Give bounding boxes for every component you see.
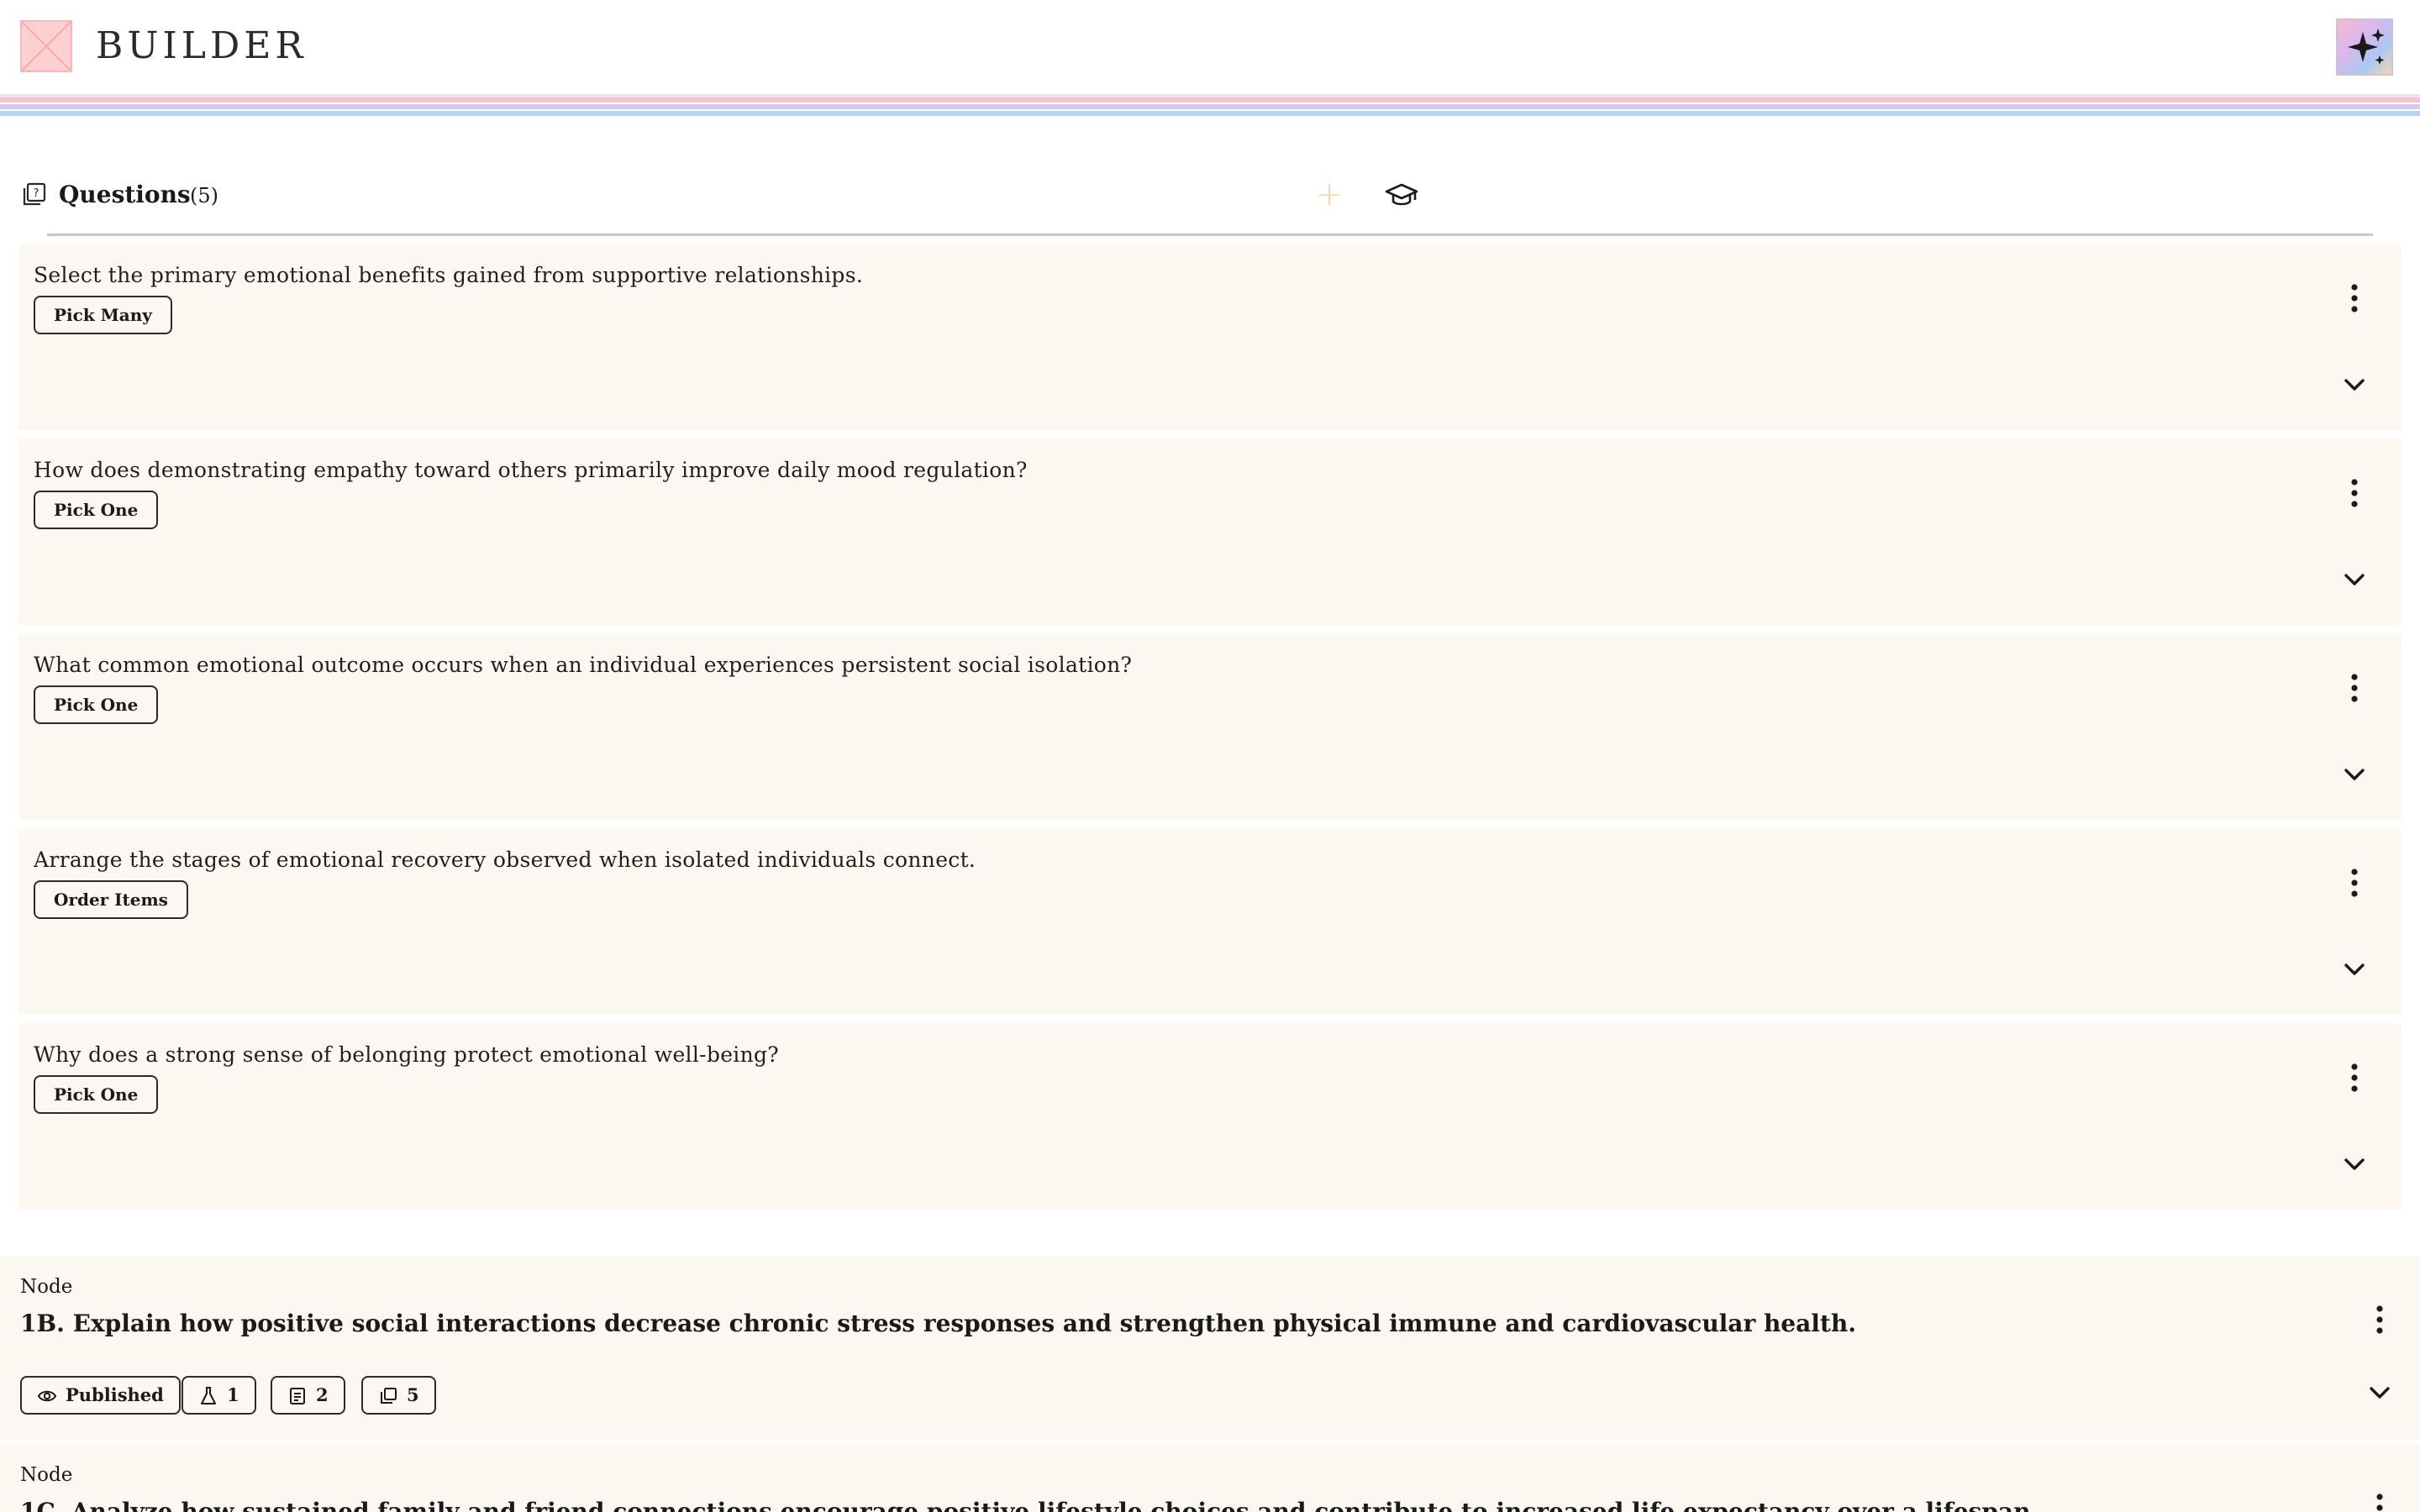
sparkles-icon[interactable] <box>2336 18 2393 76</box>
documents-chip[interactable]: 2 <box>271 1376 345 1415</box>
status-chip[interactable]: Published <box>20 1376 181 1415</box>
node-title: 1C. Analyze how sustained family and fri… <box>20 1498 2039 1512</box>
experiments-chip[interactable]: 1 <box>182 1376 256 1415</box>
more-vertical-icon[interactable] <box>2338 1058 2371 1097</box>
more-vertical-icon[interactable] <box>2363 1300 2396 1339</box>
question-text: Select the primary emotional benefits ga… <box>34 263 864 287</box>
broken-image-icon[interactable] <box>20 20 72 72</box>
more-vertical-icon[interactable] <box>2338 669 2371 707</box>
questions-count: 5 <box>407 1384 419 1405</box>
question-text: What common emotional outcome occurs whe… <box>34 653 1133 677</box>
document-icon <box>290 1388 305 1404</box>
eye-icon <box>37 1390 57 1402</box>
chevron-down-icon[interactable] <box>2338 1147 2371 1181</box>
status-label: Published <box>66 1384 164 1405</box>
question-type-badge: Pick One <box>34 685 159 724</box>
chevron-down-icon[interactable] <box>2338 563 2371 596</box>
node-card[interactable]: Node 1B. Explain how positive social int… <box>0 1257 2420 1440</box>
node-title: 1B. Explain how positive social interact… <box>20 1310 1856 1337</box>
app-header: BUILDER <box>0 0 2420 94</box>
question-type-badge: Order Items <box>34 880 188 919</box>
question-card[interactable]: Arrange the stages of emotional recovery… <box>18 828 2402 1015</box>
more-vertical-icon[interactable] <box>2338 864 2371 902</box>
question-stack-icon: ? <box>23 182 46 206</box>
question-text: Why does a strong sense of belonging pro… <box>34 1042 779 1067</box>
more-vertical-icon[interactable] <box>2338 279 2371 318</box>
graduation-cap-icon[interactable] <box>1385 180 1418 210</box>
question-text: How does demonstrating empathy toward ot… <box>34 458 1028 482</box>
question-type-badge: Pick One <box>34 491 159 529</box>
questions-panel: ? Questions (5) + Select the primary emo… <box>13 126 2407 1255</box>
questions-count: (5) <box>190 184 218 207</box>
question-card[interactable]: What common emotional outcome occurs whe… <box>18 633 2402 820</box>
svg-text:?: ? <box>34 187 39 200</box>
node-label: Node <box>20 1464 73 1486</box>
question-card[interactable]: How does demonstrating empathy toward ot… <box>18 438 2402 625</box>
question-card[interactable]: Select the primary emotional benefits ga… <box>18 244 2402 430</box>
question-type-badge: Pick Many <box>34 296 172 334</box>
flask-icon <box>201 1387 216 1404</box>
question-stack-icon <box>381 1388 397 1404</box>
more-vertical-icon[interactable] <box>2363 1488 2396 1512</box>
plus-icon[interactable]: + <box>1311 176 1348 213</box>
documents-count: 2 <box>316 1384 329 1405</box>
chevron-down-icon[interactable] <box>2338 953 2371 986</box>
questions-chip[interactable]: 5 <box>361 1376 436 1415</box>
chevron-down-icon[interactable] <box>2338 368 2371 402</box>
question-text: Arrange the stages of emotional recovery… <box>34 848 976 872</box>
chevron-down-icon[interactable] <box>2338 758 2371 791</box>
question-card[interactable]: Why does a strong sense of belonging pro… <box>18 1023 2402 1210</box>
questions-header: ? Questions (5) + <box>20 173 2390 223</box>
experiments-count: 1 <box>227 1384 239 1405</box>
questions-title: Questions <box>59 181 191 208</box>
header-stripes <box>0 94 2420 116</box>
brand-title: BUILDER <box>96 24 308 67</box>
questions-divider <box>47 234 2373 236</box>
node-label: Node <box>20 1276 73 1298</box>
node-card[interactable]: Node 1C. Analyze how sustained family an… <box>0 1445 2420 1512</box>
question-type-badge: Pick One <box>34 1075 159 1114</box>
more-vertical-icon[interactable] <box>2338 474 2371 512</box>
chevron-down-icon[interactable] <box>2363 1376 2396 1410</box>
